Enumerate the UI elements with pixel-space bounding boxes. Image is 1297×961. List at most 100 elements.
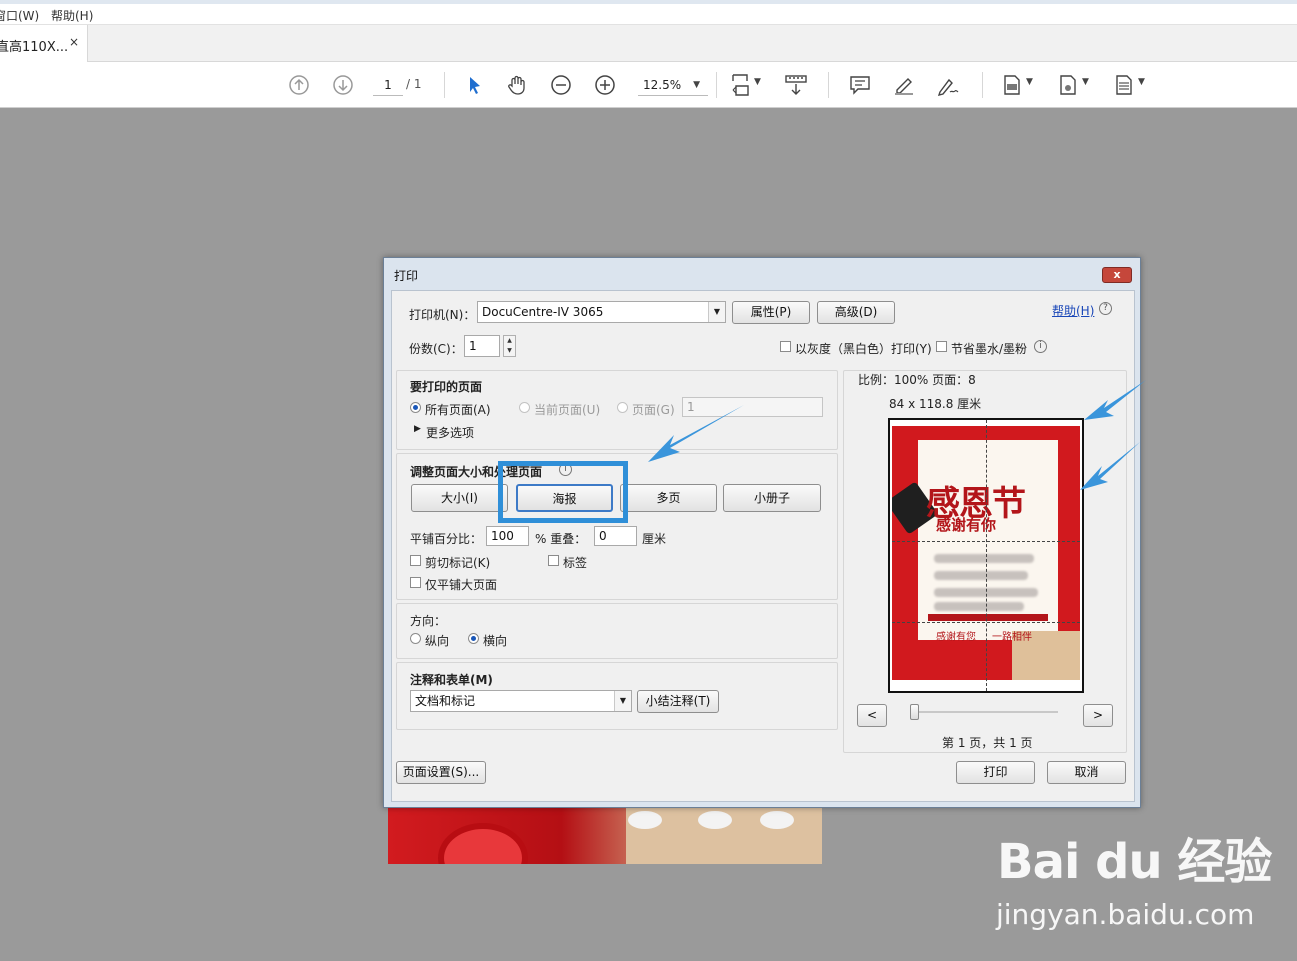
chevron-down-icon[interactable]: ▼ (754, 77, 761, 87)
printer-value: DocuCentre-IV 3065 (482, 305, 604, 319)
preview-next-button[interactable]: > (1083, 704, 1113, 727)
portrait-label: 纵向 (425, 634, 450, 648)
menu-window[interactable]: 窗口(W) (0, 7, 39, 24)
info-icon: i (1034, 340, 1047, 353)
overlap-input[interactable]: 0 (594, 526, 637, 546)
document-tab-title: 直高110X... (0, 40, 69, 55)
hand-icon[interactable] (503, 71, 531, 99)
comments-value: 文档和标记 (415, 694, 476, 708)
print-button[interactable]: 打印 (956, 761, 1035, 784)
blurred-text (934, 602, 1024, 611)
preview-prev-button[interactable]: < (857, 704, 887, 727)
current-page-label: 当前页面(U) (534, 403, 601, 417)
comment-icon[interactable] (846, 71, 874, 99)
more-options-link[interactable]: 更多选项 (426, 424, 474, 441)
multiple-pages-button[interactable]: 多页 (620, 484, 717, 512)
zoom-in-icon[interactable] (591, 71, 619, 99)
save-ink-checkbox[interactable] (936, 341, 947, 352)
close-icon[interactable]: x (1102, 267, 1132, 283)
landscape-radio[interactable] (468, 633, 479, 644)
size-button[interactable]: 大小(I) (411, 484, 508, 512)
document-tab[interactable]: 直高110X... × (0, 25, 88, 62)
portrait-radio[interactable] (410, 633, 421, 644)
labels-label: 标签 (563, 556, 588, 570)
poster-footer-left: 感谢有您 (936, 632, 976, 643)
toolbar-divider (444, 72, 445, 98)
printer-label: 打印机(N)： (409, 308, 476, 322)
grayscale-label: 以灰度（黑白色）打印(Y) (795, 342, 932, 356)
tile-scale-label: 平铺百分比： (410, 532, 483, 546)
close-tab-icon[interactable]: × (69, 35, 79, 49)
page-options-icon[interactable] (1110, 71, 1138, 99)
decorative-bow (760, 811, 794, 829)
preview-slider-thumb[interactable] (910, 704, 919, 720)
tile-large-only-checkbox[interactable] (410, 577, 421, 588)
chevron-down-icon: ▼ (693, 80, 700, 90)
copies-stepper[interactable]: ▲ ▼ (503, 335, 516, 357)
annotation-highlight-box (498, 461, 628, 523)
poster-subtitle: 感谢有你 (936, 516, 997, 534)
cut-marks-checkbox[interactable] (410, 555, 421, 566)
copies-label: 份数(C)： (409, 342, 463, 356)
chevron-down-icon[interactable]: ▼ (1138, 77, 1145, 87)
export-page-icon[interactable] (1054, 71, 1082, 99)
comments-select[interactable]: 文档和标记 ▼ (410, 690, 632, 712)
chevron-down-icon[interactable]: ▼ (1026, 77, 1033, 87)
zoom-level-value: 12.5% (643, 78, 682, 92)
stepper-up-icon[interactable]: ▲ (504, 336, 515, 346)
booklet-button[interactable]: 小册子 (723, 484, 821, 512)
page-total: / 1 (406, 77, 422, 91)
menu-bar: 窗口(W) 帮助(H) (0, 4, 1297, 25)
advanced-button[interactable]: 高级(D) (817, 301, 895, 324)
scroll-mode-icon[interactable] (782, 71, 810, 99)
page-view-icon[interactable] (998, 71, 1026, 99)
fit-page-icon[interactable] (727, 71, 755, 99)
page-number-input[interactable]: 1 (373, 74, 403, 96)
annotation-arrow-icon (1084, 380, 1146, 420)
help-question-icon[interactable]: ? (1099, 302, 1112, 315)
tile-scale-input[interactable]: 100 (486, 526, 529, 546)
current-page-radio[interactable] (519, 402, 530, 413)
toolbar-divider (982, 72, 983, 98)
expand-triangle-icon[interactable]: ▶ (414, 424, 421, 434)
all-pages-label: 所有页面(A) (425, 403, 491, 417)
properties-button[interactable]: 属性(P) (732, 301, 810, 324)
baidu-watermark-url: jingyan.baidu.com (996, 898, 1255, 931)
menu-help[interactable]: 帮助(H) (51, 7, 93, 24)
toolbar-divider (828, 72, 829, 98)
tile-boundary-line (986, 420, 987, 691)
next-page-icon[interactable] (329, 71, 357, 99)
summarize-comments-button[interactable]: 小结注释(T) (637, 690, 719, 713)
cancel-button[interactable]: 取消 (1047, 761, 1126, 784)
page-range-radio[interactable] (617, 402, 628, 413)
blurred-text (934, 571, 1028, 580)
printer-select[interactable]: DocuCentre-IV 3065 ▼ (477, 301, 726, 323)
zoom-out-icon[interactable] (547, 71, 575, 99)
sign-icon[interactable] (934, 71, 962, 99)
page-setup-button[interactable]: 页面设置(S)... (396, 761, 486, 784)
baidu-watermark-logo: Bai du 经验 (997, 834, 1272, 890)
chevron-down-icon[interactable]: ▼ (1082, 77, 1089, 87)
overlap-label: % 重叠： (535, 532, 587, 546)
decorative-swirl (438, 823, 528, 864)
help-link[interactable]: 帮助(H) (1052, 302, 1094, 319)
decorative-bow (698, 811, 732, 829)
preview-slider-track[interactable] (912, 711, 1058, 713)
tile-large-only-label: 仅平铺大页面 (425, 578, 498, 592)
all-pages-radio[interactable] (410, 402, 421, 413)
document-tab-bar: 直高110X... × (0, 25, 1297, 62)
labels-checkbox[interactable] (548, 555, 559, 566)
highlight-pen-icon[interactable] (890, 71, 918, 99)
select-arrow-icon[interactable] (460, 71, 488, 99)
save-ink-label: 节省墨水/墨粉 (951, 342, 1028, 356)
pages-section-heading: 要打印的页面 (410, 380, 483, 394)
copies-input[interactable]: 1 (464, 335, 500, 357)
chevron-down-icon: ▼ (614, 691, 631, 711)
poster-ribbon (928, 614, 1048, 621)
dialog-title: 打印 (394, 269, 419, 283)
zoom-level-select[interactable]: 12.5% ▼ (638, 74, 708, 96)
grayscale-checkbox[interactable] (780, 341, 791, 352)
prev-page-icon[interactable] (285, 71, 313, 99)
stepper-down-icon[interactable]: ▼ (504, 346, 515, 356)
annotation-arrow-icon (1080, 442, 1140, 490)
